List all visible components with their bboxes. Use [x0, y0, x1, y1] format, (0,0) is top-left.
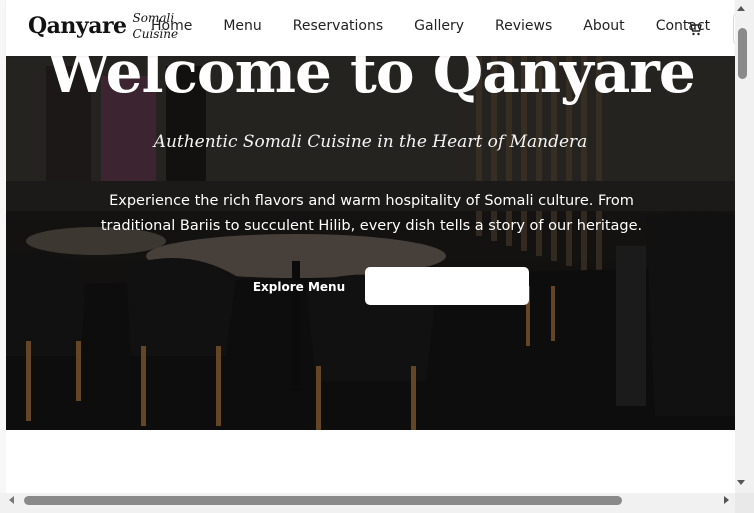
main-nav: Home Menu Reservations Gallery Reviews A…: [151, 18, 710, 34]
nav-item-menu[interactable]: Menu: [223, 18, 261, 34]
vertical-scroll-thumb[interactable]: [738, 28, 747, 79]
hero-overlay: [6, 56, 735, 430]
scroll-left-arrow-icon[interactable]: [9, 496, 14, 504]
scroll-up-arrow-icon[interactable]: [737, 6, 745, 11]
site-header: Qanyare Somali Cuisine Home Menu Reserva…: [6, 0, 743, 56]
nav-item-gallery[interactable]: Gallery: [414, 18, 464, 34]
nav-item-reservations[interactable]: Reservations: [293, 18, 383, 34]
hero-section: Welcome to Qanyare Authentic Somali Cuis…: [6, 56, 735, 430]
brand-name: Qanyare: [28, 13, 127, 39]
hero-subtitle: Authentic Somali Cuisine in the Heart of…: [153, 132, 588, 152]
nav-item-home[interactable]: Home: [151, 18, 192, 34]
hero-title: Welcome to Qanyare: [46, 56, 696, 106]
secondary-hero-button[interactable]: [365, 267, 529, 305]
horizontal-scroll-thumb[interactable]: [24, 496, 622, 505]
hero-description: Experience the rich flavors and warm hos…: [100, 193, 643, 234]
nav-item-about[interactable]: About: [583, 18, 624, 34]
scroll-down-arrow-icon[interactable]: [737, 480, 745, 485]
browser-viewport: Welcome to Qanyare Authentic Somali Cuis…: [0, 0, 754, 513]
scroll-right-arrow-icon[interactable]: [724, 496, 729, 504]
scrollbar-corner: [735, 493, 754, 513]
explore-menu-button[interactable]: Explore Menu: [224, 268, 374, 306]
nav-item-reviews[interactable]: Reviews: [495, 18, 552, 34]
cart-icon[interactable]: [687, 21, 703, 37]
